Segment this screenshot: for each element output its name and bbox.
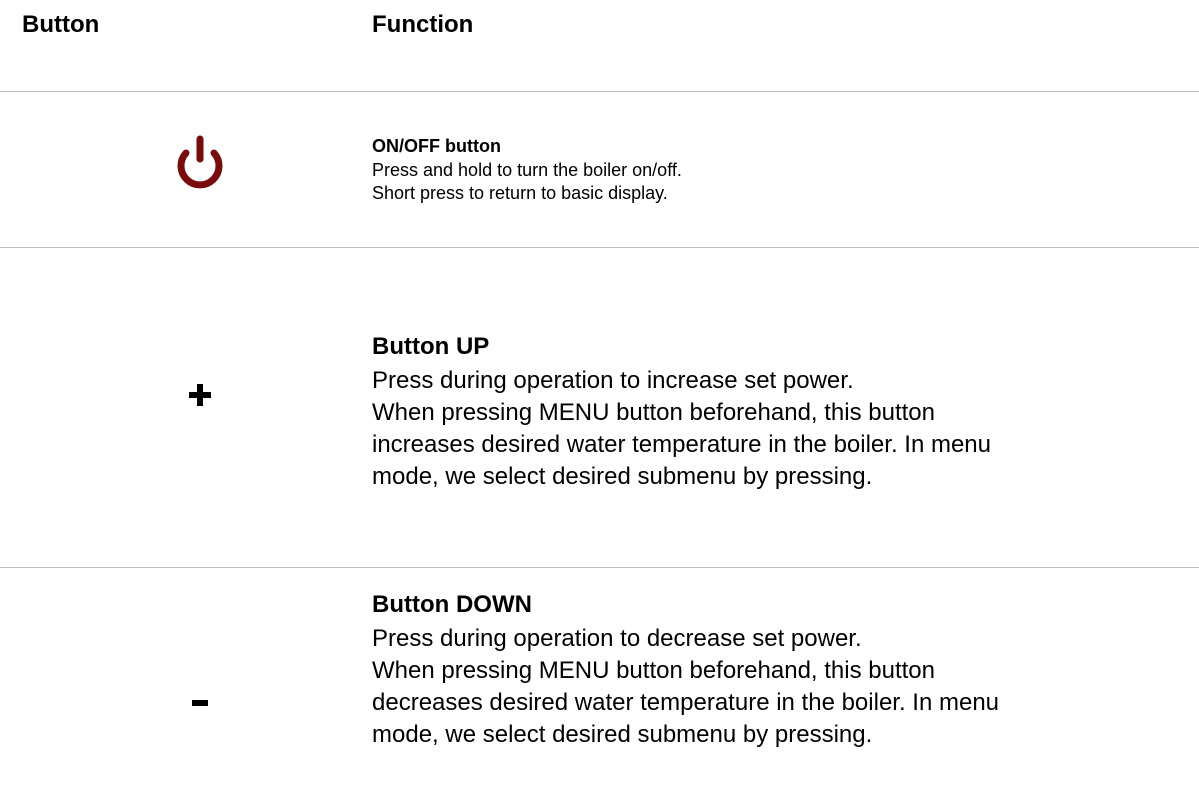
row-text-line: decreases desired water temperature in t… [372, 689, 1000, 716]
table-header: Button Function [0, 11, 1199, 45]
button-function-table: Button Function ON/OFF button Press and … [0, 0, 1199, 805]
minus-icon-graphic [192, 700, 208, 706]
row-text-line: Press during operation to decrease set p… [372, 625, 862, 652]
power-icon [168, 125, 232, 205]
divider [0, 567, 1199, 568]
row-text-line: When pressing MENU button beforehand, th… [372, 399, 935, 426]
table-row-on-off: ON/OFF button Press and hold to turn the… [0, 135, 1199, 215]
row-title: Button DOWN [372, 591, 532, 618]
plus-icon-graphic [189, 384, 211, 406]
divider [0, 91, 1199, 92]
row-text-line: mode, we select desired submenu by press… [372, 721, 873, 748]
header-button-column: Button [22, 11, 100, 38]
header-function-column: Function [372, 11, 474, 38]
row-text-line: Short press to return to basic display. [372, 183, 668, 203]
row-text-line: Press during operation to increase set p… [372, 367, 854, 394]
plus-icon [168, 375, 232, 415]
minus-icon [168, 683, 232, 723]
row-title: Button UP [372, 333, 490, 360]
row-text-line: increases desired water temperature in t… [372, 431, 991, 458]
row-text-line: Press and hold to turn the boiler on/off… [372, 160, 682, 180]
row-text-line: When pressing MENU button beforehand, th… [372, 657, 935, 684]
table-row-up: Button UP Press during operation to incr… [0, 331, 1199, 501]
row-description: Button DOWN Press during operation to de… [372, 589, 1172, 751]
row-title: ON/OFF button [372, 136, 501, 156]
power-icon-graphic [177, 135, 223, 189]
table-row-down: Button DOWN Press during operation to de… [0, 589, 1199, 759]
row-description: ON/OFF button Press and hold to turn the… [372, 135, 1172, 205]
row-text-line: mode, we select desired submenu by press… [372, 463, 873, 490]
row-description: Button UP Press during operation to incr… [372, 331, 1172, 493]
divider [0, 247, 1199, 248]
